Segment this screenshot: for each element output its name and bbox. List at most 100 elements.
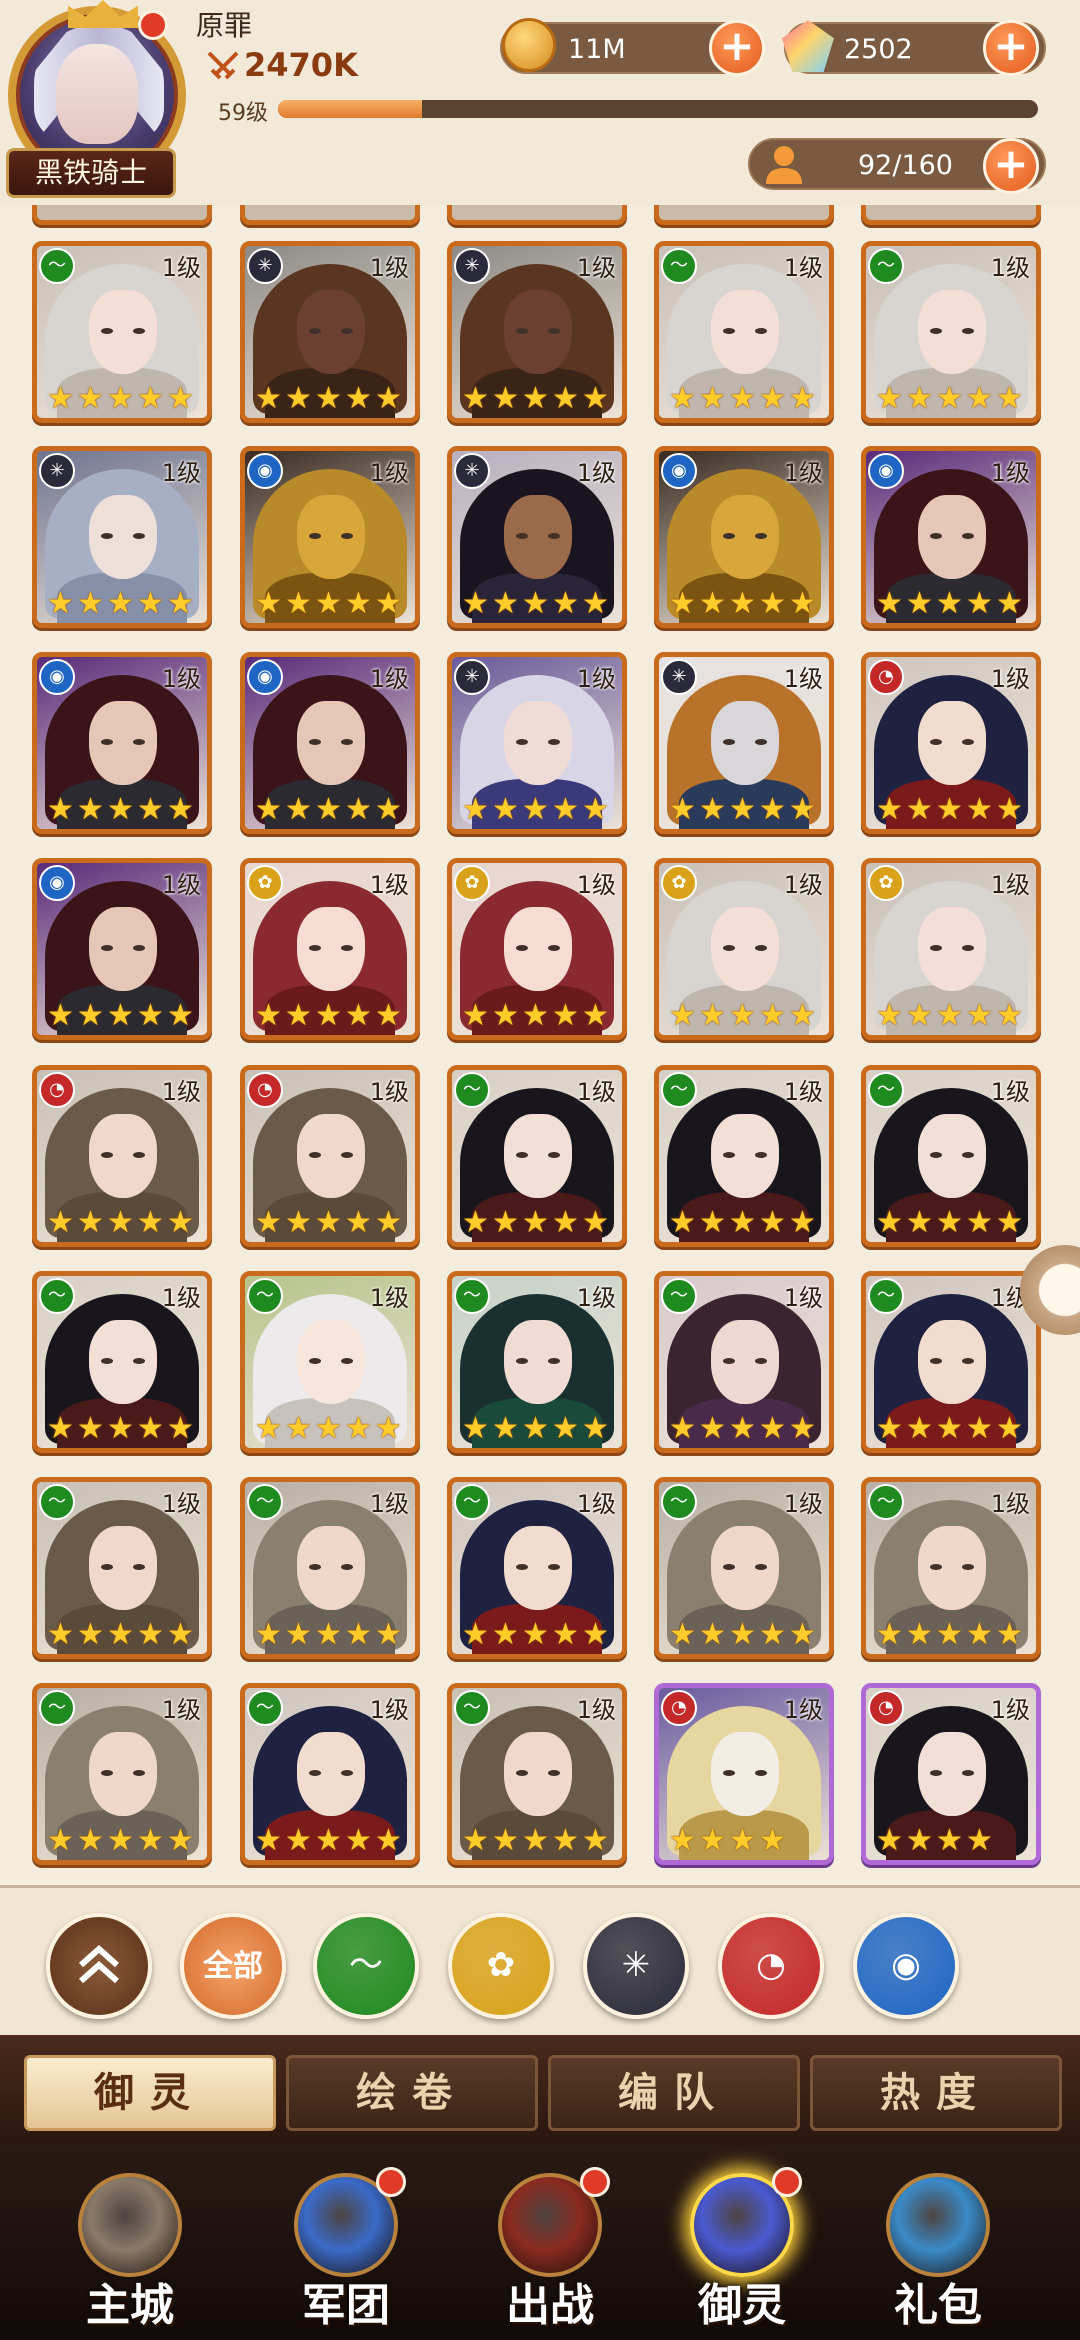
add-gold-button[interactable]: + [709, 20, 765, 76]
water-element-icon: ◉ [661, 453, 697, 489]
water-element-icon: ◉ [39, 865, 75, 901]
star-icon: ★ [906, 1205, 933, 1240]
nav-crystal[interactable]: 御灵 [652, 2149, 832, 2339]
hero-level: 1级 [369, 871, 409, 899]
star-icon: ★ [789, 998, 816, 1033]
collapse-filter-button[interactable] [46, 1913, 152, 2019]
add-gems-button[interactable]: + [983, 20, 1039, 76]
hero-card[interactable]: ✳ 1级 ★ ★ ★ ★ ★ [447, 241, 627, 423]
star-icon: ★ [876, 1823, 903, 1858]
hero-card[interactable]: ✳ 1级 ★ ★ ★ ★ ★ [447, 652, 627, 834]
star-icon: ★ [699, 1823, 726, 1858]
hero-eye [755, 328, 767, 334]
star-icon: ★ [167, 381, 194, 416]
hero-card[interactable]: 〜 1级 ★ ★ ★ ★ ★ [32, 1477, 212, 1659]
hero-card[interactable]: 〜 1级 ★ ★ ★ ★ ★ [654, 1271, 834, 1453]
hero-level: 1级 [576, 871, 616, 899]
star-icon: ★ [375, 1823, 402, 1858]
hero-card[interactable]: ◔ 1级 ★ ★ ★ ★ ★ [861, 652, 1041, 834]
hero-card[interactable]: ✳ 1级 ★ ★ ★ ★ ★ [447, 446, 627, 628]
filter-nature-button[interactable]: 〜 [313, 1913, 419, 2019]
hero-card[interactable]: 〜 1级 ★ ★ ★ ★ ★ [240, 1683, 420, 1865]
hero-grid[interactable]: 〜 1级 ★ ★ ★ ★ ★ ✳ 1级 ★ ★ ★ ★ ★ ✳ 1级 ★ ★ ★ ★ ★ 〜 1级 ★ ★ ★ ★ ★ 〜 1级 ★ ★ ★ ★ ★… [0, 205, 1080, 1885]
hero-card[interactable]: 〜 1级 ★ ★ ★ ★ ★ [32, 1683, 212, 1865]
star-rating: ★ ★ ★ ★ ★ [255, 1826, 415, 1856]
hero-card[interactable]: 〜 1级 ★ ★ ★ ★ ★ [447, 1477, 627, 1659]
hero-card[interactable]: ◉ 1级 ★ ★ ★ ★ ★ [32, 652, 212, 834]
hero-eye [755, 533, 767, 539]
hero-card[interactable]: 〜 1级 ★ ★ ★ ★ ★ [447, 1065, 627, 1247]
star-icon: ★ [876, 381, 903, 416]
hero-card[interactable]: 〜 1级 ★ ★ ★ ★ ★ [447, 1271, 627, 1453]
nav-fist-shield[interactable]: 军团 [256, 2149, 436, 2339]
star-icon: ★ [345, 586, 372, 621]
hero-level: 1级 [576, 665, 616, 693]
filter-light-button[interactable]: ✿ [448, 1913, 554, 2019]
hero-card[interactable]: 〜 1级 ★ ★ ★ ★ ★ [654, 1477, 834, 1659]
star-icon: ★ [876, 1617, 903, 1652]
nature-element-icon: 〜 [661, 1072, 697, 1108]
hero-card-partial[interactable] [861, 205, 1041, 225]
hero-eye [133, 533, 145, 539]
hero-card[interactable]: 〜 1级 ★ ★ ★ ★ ★ [240, 1271, 420, 1453]
hero-card[interactable]: 〜 1级 ★ ★ ★ ★ ★ [240, 1477, 420, 1659]
hero-card[interactable]: 〜 1级 ★ ★ ★ ★ ★ [861, 1065, 1041, 1247]
hero-card[interactable]: ◔ 1级 ★ ★ ★ ★ [654, 1683, 834, 1865]
tab-yuling[interactable]: 御灵 [24, 2055, 276, 2131]
tab-huijuan[interactable]: 绘卷 [286, 2055, 538, 2131]
star-icon: ★ [729, 792, 756, 827]
star-icon: ★ [345, 998, 372, 1033]
nav-castle[interactable]: 主城 [40, 2149, 220, 2339]
hero-card[interactable]: ◔ 1级 ★ ★ ★ ★ ★ [32, 1065, 212, 1247]
hero-card[interactable]: ✿ 1级 ★ ★ ★ ★ ★ [447, 858, 627, 1040]
hero-card[interactable]: ✳ 1级 ★ ★ ★ ★ ★ [240, 241, 420, 423]
hero-card[interactable]: 〜 1级 ★ ★ ★ ★ ★ [447, 1683, 627, 1865]
star-icon: ★ [77, 381, 104, 416]
hero-card[interactable]: ✳ 1级 ★ ★ ★ ★ ★ [32, 446, 212, 628]
hero-card[interactable]: ◉ 1级 ★ ★ ★ ★ ★ [240, 652, 420, 834]
nav-shop-stall[interactable]: 礼包 [848, 2149, 1028, 2339]
filter-water-button[interactable]: ◉ [853, 1913, 959, 2019]
hero-eye [723, 1770, 735, 1776]
tab-biandui[interactable]: 编队 [548, 2055, 800, 2131]
tab-redu[interactable]: 热度 [810, 2055, 1062, 2131]
hero-card[interactable]: ✿ 1级 ★ ★ ★ ★ ★ [654, 858, 834, 1040]
hero-card-partial[interactable] [32, 205, 212, 225]
hero-card-partial[interactable] [240, 205, 420, 225]
hero-eye [962, 533, 974, 539]
hero-card[interactable]: 〜 1级 ★ ★ ★ ★ ★ [654, 1065, 834, 1247]
hero-card[interactable]: ◉ 1级 ★ ★ ★ ★ ★ [240, 446, 420, 628]
hero-card[interactable]: ◉ 1级 ★ ★ ★ ★ ★ [654, 446, 834, 628]
hero-level: 1级 [161, 871, 201, 899]
star-icon: ★ [552, 998, 579, 1033]
hero-card-partial[interactable] [654, 205, 834, 225]
hero-card[interactable]: ✳ 1级 ★ ★ ★ ★ ★ [654, 652, 834, 834]
hero-card[interactable]: ◔ 1级 ★ ★ ★ ★ [861, 1683, 1041, 1865]
hero-card[interactable]: ✿ 1级 ★ ★ ★ ★ ★ [240, 858, 420, 1040]
star-icon: ★ [315, 998, 342, 1033]
star-rating: ★ ★ ★ ★ ★ [47, 795, 207, 825]
light-element-icon: ✿ [661, 865, 697, 901]
star-icon: ★ [315, 1411, 342, 1446]
star-icon: ★ [107, 381, 134, 416]
expand-roster-button[interactable]: + [983, 138, 1039, 194]
hero-card[interactable]: ◔ 1级 ★ ★ ★ ★ ★ [240, 1065, 420, 1247]
star-icon: ★ [285, 1411, 312, 1446]
hero-card[interactable]: 〜 1级 ★ ★ ★ ★ ★ [32, 1271, 212, 1453]
hero-card[interactable]: 〜 1级 ★ ★ ★ ★ ★ [654, 241, 834, 423]
hero-card[interactable]: 〜 1级 ★ ★ ★ ★ ★ [861, 1477, 1041, 1659]
exp-bar-fill [278, 100, 423, 118]
filter-fire-button[interactable]: ◔ [718, 1913, 824, 2019]
hero-card[interactable]: ◉ 1级 ★ ★ ★ ★ ★ [32, 858, 212, 1040]
hero-card[interactable]: 〜 1级 ★ ★ ★ ★ ★ [861, 241, 1041, 423]
filter-all-button[interactable]: 全部 [180, 1913, 286, 2019]
nav-sword-gate[interactable]: 出战 [460, 2149, 640, 2339]
filter-dark-button[interactable]: ✳ [583, 1913, 689, 2019]
hero-card[interactable]: ✿ 1级 ★ ★ ★ ★ ★ [861, 858, 1041, 1040]
hero-card[interactable]: 〜 1级 ★ ★ ★ ★ ★ [32, 241, 212, 423]
nature-element-icon: 〜 [247, 1278, 283, 1314]
hero-card[interactable]: 〜 1级 ★ ★ ★ ★ ★ [861, 1271, 1041, 1453]
hero-card[interactable]: ◉ 1级 ★ ★ ★ ★ ★ [861, 446, 1041, 628]
hero-card-partial[interactable] [447, 205, 627, 225]
star-icon: ★ [966, 586, 993, 621]
